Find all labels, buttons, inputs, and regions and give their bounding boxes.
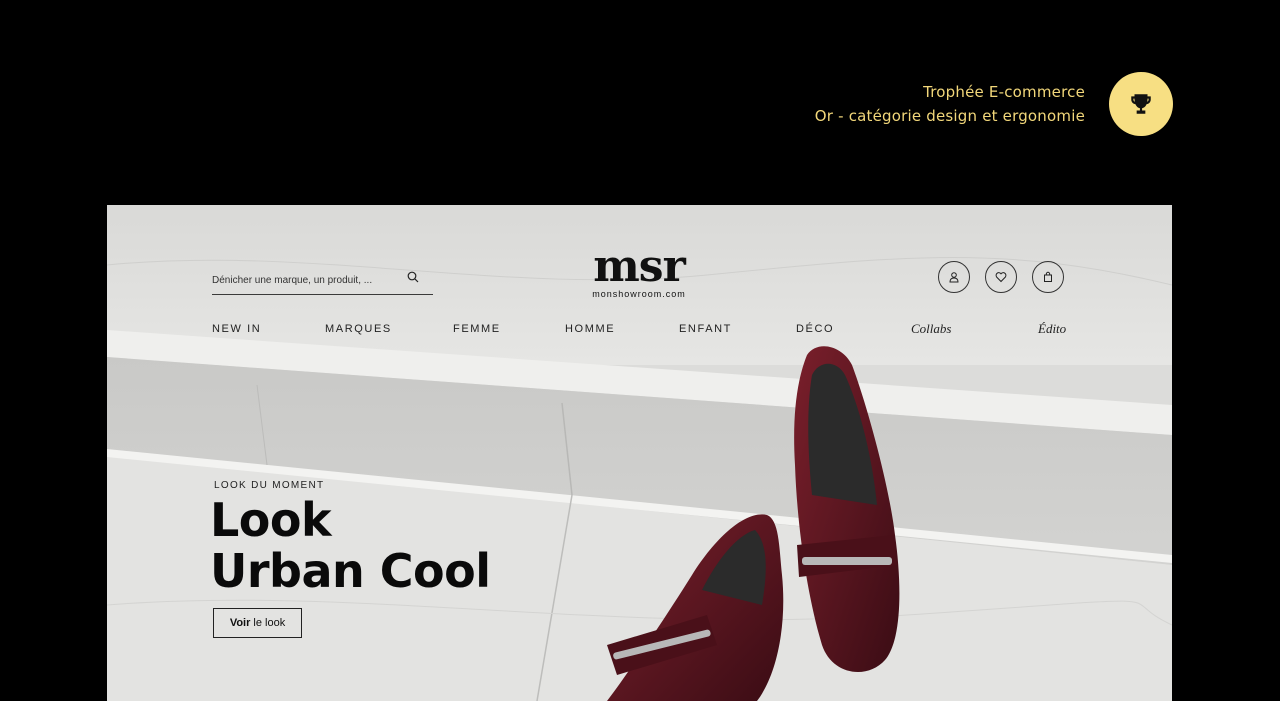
hero-headline: Look Urban Cool	[210, 495, 491, 597]
cart-button[interactable]	[1032, 261, 1064, 293]
hero-headline-line2: Urban Cool	[210, 544, 491, 598]
search-bar[interactable]	[212, 268, 433, 295]
logo-mark: msr	[593, 241, 686, 292]
account-button[interactable]	[938, 261, 970, 293]
award-text: Trophée E-commerce Or - catégorie design…	[815, 80, 1085, 128]
nav-item-deco[interactable]: DÉCO	[796, 323, 834, 335]
trophy-icon	[1131, 94, 1151, 114]
hero-headline-line1: Look	[210, 493, 332, 547]
account-icon	[949, 272, 959, 283]
hero-kicker: LOOK DU MOMENT	[214, 480, 325, 491]
bag-icon	[1044, 271, 1052, 282]
nav-item-homme[interactable]: HOMME	[565, 323, 615, 335]
wishlist-button[interactable]	[985, 261, 1017, 293]
award-title: Trophée E-commerce	[923, 83, 1085, 101]
award-badge	[1109, 72, 1173, 136]
see-look-button[interactable]: Voir le look	[213, 608, 302, 638]
search-input[interactable]	[212, 270, 402, 291]
logo-domain: monshowroom.com	[592, 289, 686, 299]
cta-bold-label: Voir	[229, 617, 251, 629]
main-nav: NEW IN MARQUES FEMME HOMME ENFANT DÉCO C…	[107, 321, 1172, 339]
nav-item-marques[interactable]: MARQUES	[325, 323, 392, 335]
heart-icon	[995, 272, 1007, 283]
website-hero: msr monshowroom.com NEW IN MARQUES FEMME…	[107, 205, 1172, 701]
search-icon[interactable]	[407, 271, 419, 283]
site-logo[interactable]: msr monshowroom.com	[579, 241, 699, 300]
award-category: Or - catégorie design et ergonomie	[814, 107, 1085, 125]
nav-item-new-in[interactable]: NEW IN	[212, 323, 261, 335]
nav-item-enfant[interactable]: ENFANT	[679, 323, 732, 335]
nav-item-edito[interactable]: Édito	[1038, 321, 1066, 337]
nav-item-femme[interactable]: FEMME	[453, 323, 501, 335]
nav-item-collabs[interactable]: Collabs	[911, 321, 951, 337]
cta-label: le look	[253, 617, 286, 629]
